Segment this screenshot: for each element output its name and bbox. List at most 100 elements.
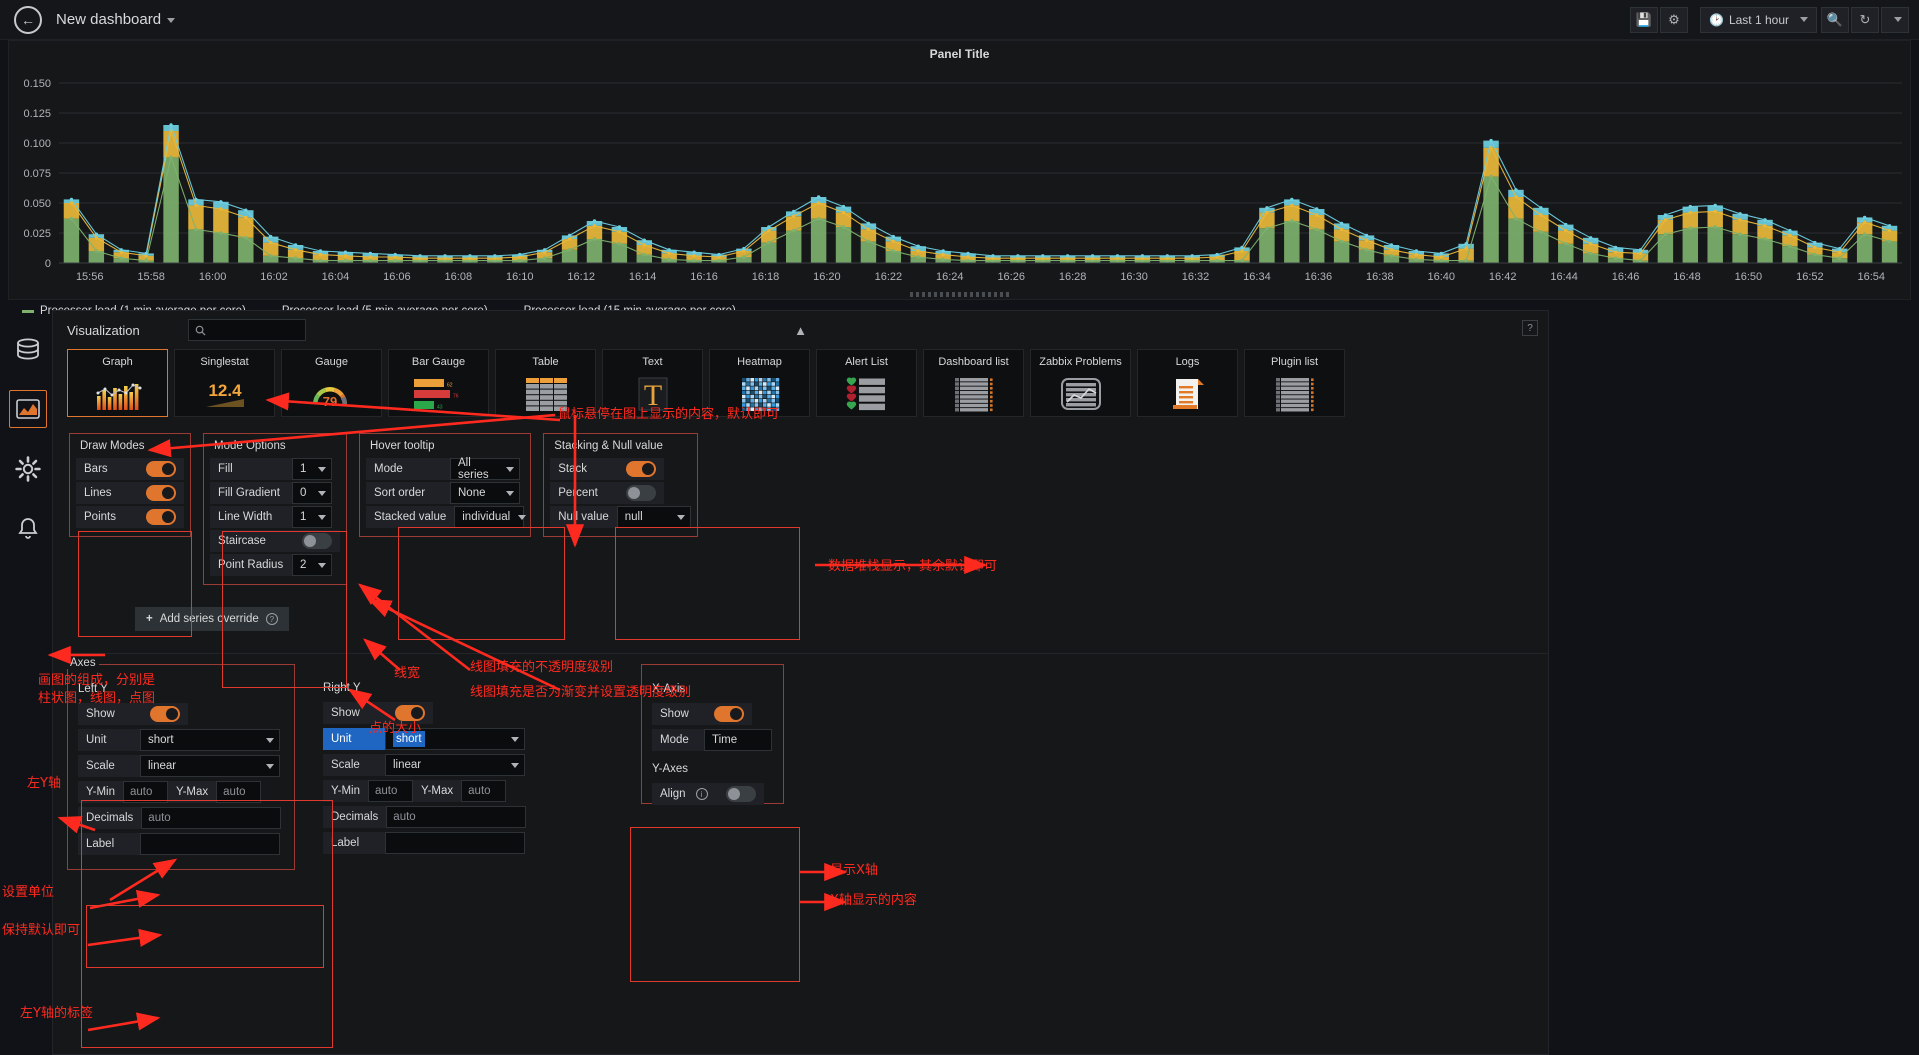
viz-type-graph[interactable]: Graph (67, 349, 168, 417)
align-toggle[interactable] (725, 786, 756, 802)
viz-type-logs[interactable]: Logs (1137, 349, 1238, 417)
right-y-unit-label: Unit (323, 728, 385, 750)
lines-toggle[interactable] (146, 485, 176, 501)
right-y-show-label: Show (323, 702, 385, 724)
fill-select[interactable]: 1 (292, 458, 332, 480)
svg-text:16:50: 16:50 (1735, 271, 1763, 283)
viz-type-dashboard-list[interactable]: Dashboard list (923, 349, 1024, 417)
sidebar-item-general[interactable] (9, 450, 47, 488)
left-y-min-input[interactable]: auto (122, 781, 168, 803)
stacked-value-label: Stacked value (366, 506, 455, 528)
right-y-max-input[interactable]: auto (461, 780, 507, 802)
right-y-decimals-label: Decimals (323, 806, 387, 828)
right-y-scale-select[interactable]: linear (385, 754, 525, 776)
viz-type-alert-list[interactable]: Alert List (816, 349, 917, 417)
x-axis-mode-select[interactable]: Time (704, 729, 772, 751)
sort-order-value: None (458, 487, 486, 499)
viz-type-text[interactable]: Text T (602, 349, 703, 417)
bars-label: Bars (76, 458, 136, 480)
sidebar-item-visualization[interactable] (9, 390, 47, 428)
add-series-override-button[interactable]: + Add series override ? (135, 607, 289, 631)
chevron-down-icon (506, 490, 514, 496)
logs-icon (1168, 371, 1208, 416)
line-width-value: 1 (300, 511, 307, 523)
viz-type-bar-gauge[interactable]: Bar Gauge 62 76 43 (388, 349, 489, 417)
dashboard-settings-button[interactable]: ⚙ (1660, 6, 1688, 33)
dashboard-title[interactable]: New dashboard (56, 11, 176, 28)
question-icon[interactable]: ? (265, 613, 278, 625)
stack-toggle[interactable] (626, 461, 657, 477)
right-y-show-toggle[interactable] (395, 705, 425, 721)
svg-text:16:40: 16:40 (1427, 271, 1455, 283)
staircase-toggle[interactable] (302, 533, 332, 549)
sort-order-select[interactable]: None (450, 482, 520, 504)
viz-type-singlestat[interactable]: Singlestat 12.4 (174, 349, 275, 417)
points-toggle[interactable] (146, 509, 176, 525)
viz-type-label: Dashboard list (938, 356, 1009, 368)
viz-type-heatmap[interactable]: Heatmap (709, 349, 810, 417)
left-y-axis-input[interactable] (140, 833, 280, 855)
right-y-min-input[interactable]: auto (367, 780, 413, 802)
svg-text:16:04: 16:04 (322, 271, 350, 283)
dashboardlist-icon (953, 371, 995, 416)
percent-toggle[interactable] (626, 485, 657, 501)
svg-text:0.125: 0.125 (23, 108, 51, 120)
svg-text:0.050: 0.050 (23, 198, 51, 210)
chart-area[interactable]: 0 0.025 0.050 0.075 0.100 0.125 0.150 15:56 15:5… (9, 63, 1912, 301)
right-y-axis-input[interactable] (385, 832, 525, 854)
left-y-unit-select[interactable]: short (140, 729, 280, 751)
right-y-decimals-value: auto (393, 811, 416, 823)
question-icon[interactable]: ? (1522, 320, 1538, 336)
svg-text:16:20: 16:20 (813, 271, 841, 283)
viz-type-label: Graph (102, 356, 133, 368)
sidebar-item-queries[interactable] (9, 330, 47, 368)
null-value-select[interactable]: null (616, 506, 691, 528)
chevron-down-icon (266, 737, 274, 743)
tooltip-mode-select[interactable]: All series (450, 457, 520, 481)
x-axis-show-toggle[interactable] (714, 706, 744, 722)
option-row-stacked-value: Stacked value individual (366, 506, 527, 528)
align-label: Align i (652, 783, 716, 805)
left-y-scale-select[interactable]: linear (140, 755, 280, 777)
right-y-unit-select[interactable]: short (385, 728, 525, 750)
chevron-down-icon (1894, 17, 1902, 22)
point-radius-select[interactable]: 2 (292, 554, 332, 576)
chevron-down-icon (511, 736, 519, 742)
zoom-out-button[interactable]: 🔍 (1821, 6, 1849, 33)
mode-options-title: Mode Options (214, 440, 286, 452)
viz-type-label: Zabbix Problems (1039, 356, 1122, 368)
left-y-decimals-input[interactable]: auto (141, 807, 282, 829)
question-icon[interactable]: i (695, 788, 708, 800)
viz-type-plugin-list[interactable]: Plugin list (1244, 349, 1345, 417)
save-dashboard-button[interactable]: 💾 (1630, 6, 1658, 33)
back-button[interactable]: ← (14, 5, 42, 34)
left-y-show-toggle[interactable] (150, 706, 180, 722)
line-width-select[interactable]: 1 (292, 506, 332, 528)
svg-text:16:00: 16:00 (199, 271, 227, 283)
fill-gradient-select[interactable]: 0 (292, 482, 332, 504)
right-y-decimals-row: Decimals auto (323, 806, 531, 828)
viz-type-zabbix-problems[interactable]: Zabbix Problems (1030, 349, 1131, 417)
viz-type-gauge[interactable]: Gauge 79 (281, 349, 382, 417)
draw-modes-section: Draw Modes Bars Lines Points (69, 433, 191, 537)
stacked-value-select[interactable]: individual (454, 506, 527, 528)
bars-toggle[interactable] (146, 461, 176, 477)
viz-search-input[interactable] (187, 319, 306, 341)
time-range-picker[interactable]: 🕑 Last 1 hour (1700, 6, 1817, 33)
option-row-percent: Percent (550, 482, 691, 504)
sidebar-item-alert[interactable] (9, 510, 47, 548)
chevron-up-icon[interactable]: ▲ (794, 323, 807, 338)
refresh-button[interactable]: ↻ (1851, 6, 1879, 33)
x-axis-show-label: Show (652, 703, 704, 725)
svg-text:16:30: 16:30 (1120, 271, 1148, 283)
y-axes-head: Y-Axes (652, 763, 689, 775)
panel-resize-handle[interactable] (909, 292, 1010, 297)
right-y-decimals-input[interactable]: auto (386, 806, 527, 828)
refresh-interval-button[interactable] (1881, 6, 1909, 33)
left-y-max-input[interactable]: auto (216, 781, 262, 803)
left-y-scale-value: linear (148, 760, 177, 772)
viz-type-table[interactable]: Table (495, 349, 596, 417)
option-row-line-width: Line Width 1 (210, 506, 340, 528)
fill-label: Fill (210, 458, 292, 480)
left-y-min-value: auto (129, 786, 153, 798)
